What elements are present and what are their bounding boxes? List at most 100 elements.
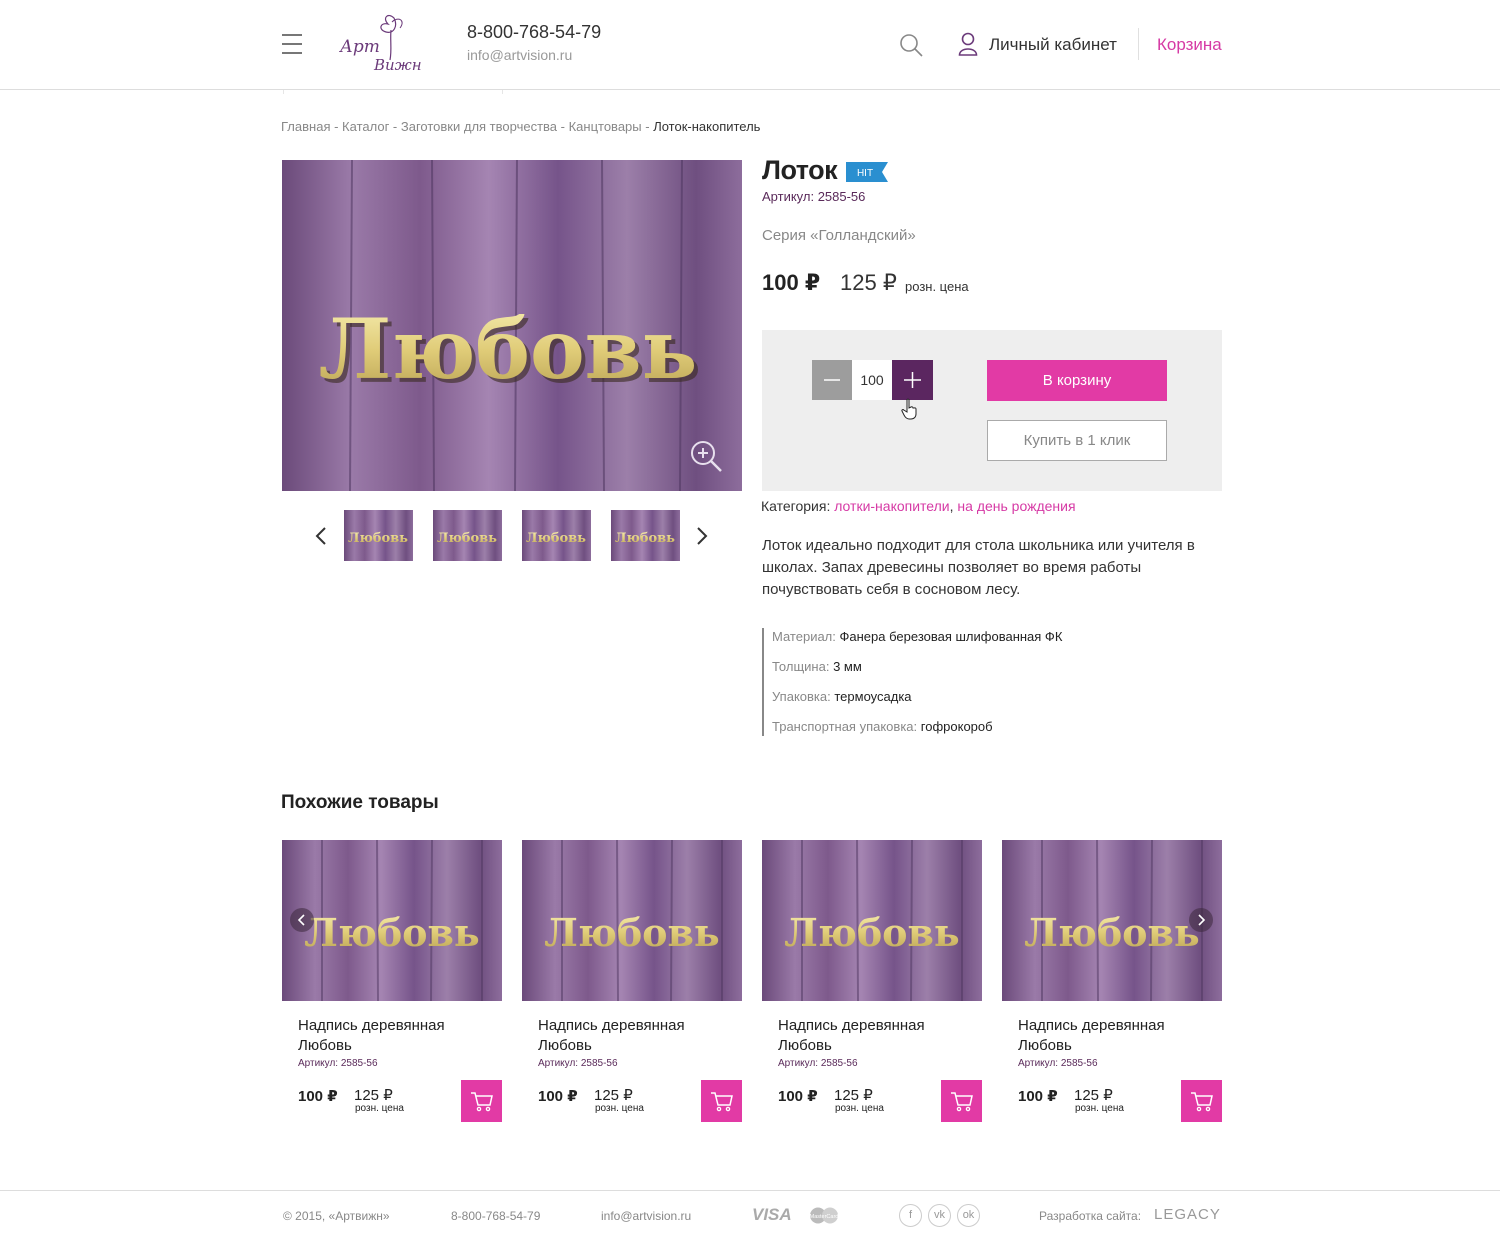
carousel-prev-button[interactable] bbox=[290, 908, 314, 932]
product-card-price: 100 ₽ bbox=[538, 1088, 578, 1105]
spec-label: Толщина: bbox=[772, 659, 830, 674]
product-card-retail-label: розн. цена bbox=[835, 1103, 884, 1114]
quantity-increase-button[interactable] bbox=[892, 360, 933, 400]
product-main-image[interactable]: Любовь Любовь bbox=[282, 160, 742, 491]
chevron-right-icon[interactable] bbox=[695, 525, 709, 547]
breadcrumb-item[interactable]: Заготовки для творчества bbox=[401, 119, 557, 134]
vk-icon[interactable]: vk bbox=[928, 1204, 951, 1227]
product-card[interactable]: Любовь Надпись деревянная Любовь Артикул… bbox=[522, 840, 742, 1125]
site-logo[interactable]: Арт Вижн bbox=[336, 10, 436, 76]
buy-box bbox=[762, 330, 1222, 491]
product-card-name[interactable]: Надпись деревянная Любовь bbox=[538, 1016, 738, 1056]
header-divider bbox=[502, 90, 503, 94]
product-image-text: Любовь bbox=[319, 302, 698, 398]
product-card-retail-label: розн. цена bbox=[1075, 1103, 1124, 1114]
add-to-cart-button[interactable] bbox=[941, 1080, 982, 1122]
user-icon[interactable] bbox=[958, 32, 978, 56]
plus-icon bbox=[904, 372, 921, 388]
product-thumbnail[interactable]: Любовь bbox=[522, 510, 591, 561]
product-card-image[interactable]: Любовь bbox=[522, 840, 742, 1001]
minus-icon bbox=[824, 379, 840, 381]
header-divider bbox=[283, 90, 284, 94]
header-phone[interactable]: 8-800-768-54-79 bbox=[467, 22, 601, 43]
site-footer bbox=[0, 1190, 1500, 1241]
add-to-cart-button[interactable]: В корзину bbox=[987, 360, 1167, 401]
card-image-text: Любовь bbox=[304, 910, 479, 955]
product-card-retail-label: розн. цена bbox=[355, 1103, 404, 1114]
developer-logo[interactable]: LEGACY bbox=[1154, 1206, 1221, 1223]
chevron-left-icon[interactable] bbox=[314, 525, 328, 547]
category-link[interactable]: лотки-накопители bbox=[834, 498, 949, 514]
add-to-cart-button[interactable] bbox=[1181, 1080, 1222, 1122]
product-card-price: 100 ₽ bbox=[1018, 1088, 1058, 1105]
product-series: Серия «Голландский» bbox=[762, 227, 916, 244]
logo-text-1: Арт bbox=[339, 37, 380, 57]
thumbnail-text: Любовь bbox=[526, 531, 586, 546]
product-card-name[interactable]: Надпись деревянная Любовь bbox=[1018, 1016, 1218, 1056]
spec-row: Транспортная упаковка: гофрокороб bbox=[772, 718, 1222, 736]
product-card-article: Артикул: 2585-56 bbox=[298, 1058, 378, 1069]
similar-products-title: Похожие товары bbox=[281, 792, 439, 813]
logo-text-2: Вижн bbox=[373, 56, 422, 74]
spec-label: Транспортная упаковка: bbox=[772, 719, 918, 734]
spec-value: 3 мм bbox=[833, 659, 862, 674]
product-card-image[interactable]: Любовь bbox=[762, 840, 982, 1001]
quantity-input[interactable] bbox=[852, 360, 892, 400]
product-thumbnail[interactable]: Любовь bbox=[433, 510, 502, 561]
cart-icon bbox=[1191, 1092, 1213, 1112]
product-card[interactable]: Любовь Надпись деревянная Любовь Артикул… bbox=[1002, 840, 1222, 1125]
product-card[interactable]: Любовь Надпись деревянная Любовь Артикул… bbox=[762, 840, 982, 1125]
breadcrumb-item[interactable]: Главная bbox=[281, 119, 330, 134]
breadcrumb-separator: - bbox=[330, 119, 343, 134]
cart-icon bbox=[471, 1092, 493, 1112]
product-categories: Категория: лотки-накопители, на день рож… bbox=[761, 498, 1076, 514]
add-to-cart-button[interactable] bbox=[701, 1080, 742, 1122]
card-image-text: Любовь bbox=[1024, 910, 1199, 955]
cart-link[interactable]: Корзина bbox=[1157, 35, 1222, 55]
visa-logo: VISA bbox=[752, 1205, 792, 1224]
product-card-name[interactable]: Надпись деревянная Любовь bbox=[298, 1016, 498, 1056]
header-email[interactable]: info@artvision.ru bbox=[467, 47, 572, 63]
breadcrumb: Главная - Каталог - Заготовки для творче… bbox=[281, 119, 760, 134]
cart-icon bbox=[711, 1092, 733, 1112]
footer-phone[interactable]: 8-800-768-54-79 bbox=[451, 1209, 540, 1223]
search-icon[interactable] bbox=[899, 33, 923, 57]
product-card[interactable]: Любовь Надпись деревянная Любовь Артикул… bbox=[282, 840, 502, 1125]
product-card-retail-price: 125 ₽ bbox=[834, 1087, 873, 1104]
zoom-icon[interactable] bbox=[688, 438, 724, 474]
product-card-name[interactable]: Надпись деревянная Любовь bbox=[778, 1016, 978, 1056]
facebook-icon[interactable]: f bbox=[899, 1204, 922, 1227]
odnoklassniki-icon[interactable]: ok bbox=[957, 1204, 980, 1227]
hit-badge-label: HIT bbox=[857, 168, 873, 179]
product-card-article: Артикул: 2585-56 bbox=[778, 1058, 858, 1069]
account-link[interactable]: Личный кабинет bbox=[989, 35, 1117, 55]
category-link[interactable]: на день рождения bbox=[957, 498, 1075, 514]
breadcrumb-item[interactable]: Канцтовары bbox=[569, 119, 642, 134]
breadcrumb-item[interactable]: Каталог bbox=[342, 119, 389, 134]
chevron-right-icon bbox=[1198, 914, 1206, 926]
mastercard-logo: MasterCard bbox=[810, 1207, 839, 1224]
add-to-cart-button[interactable] bbox=[461, 1080, 502, 1122]
spec-row: Материал: Фанера березовая шлифованная Ф… bbox=[772, 628, 1222, 658]
carousel-next-button[interactable] bbox=[1189, 908, 1213, 932]
product-article: Артикул: 2585-56 bbox=[762, 189, 866, 204]
product-thumbnail[interactable]: Любовь bbox=[344, 510, 413, 561]
product-card-image[interactable]: Любовь bbox=[282, 840, 502, 1001]
product-retail-price: 125 ₽ bbox=[840, 270, 897, 295]
hand-cursor-icon bbox=[901, 398, 917, 420]
quantity-decrease-button[interactable] bbox=[812, 360, 852, 400]
mastercard-label: MasterCard bbox=[810, 1214, 839, 1220]
hit-badge: HIT bbox=[846, 162, 888, 182]
breadcrumb-separator: - bbox=[389, 119, 401, 134]
breadcrumb-current: Лоток-накопитель bbox=[653, 119, 761, 134]
thumbnail-text: Любовь bbox=[615, 531, 675, 546]
buy-one-click-button[interactable]: Купить в 1 клик bbox=[987, 420, 1167, 461]
card-image-text: Любовь bbox=[784, 910, 959, 955]
header-divider bbox=[1138, 28, 1139, 60]
product-thumbnail[interactable]: Любовь bbox=[611, 510, 680, 561]
menu-icon[interactable] bbox=[282, 34, 302, 54]
product-title: Лоток bbox=[762, 155, 838, 185]
footer-email[interactable]: info@artvision.ru bbox=[601, 1209, 691, 1223]
product-description: Лоток идеально подходит для стола школьн… bbox=[762, 537, 1195, 598]
chevron-left-icon bbox=[297, 914, 305, 926]
